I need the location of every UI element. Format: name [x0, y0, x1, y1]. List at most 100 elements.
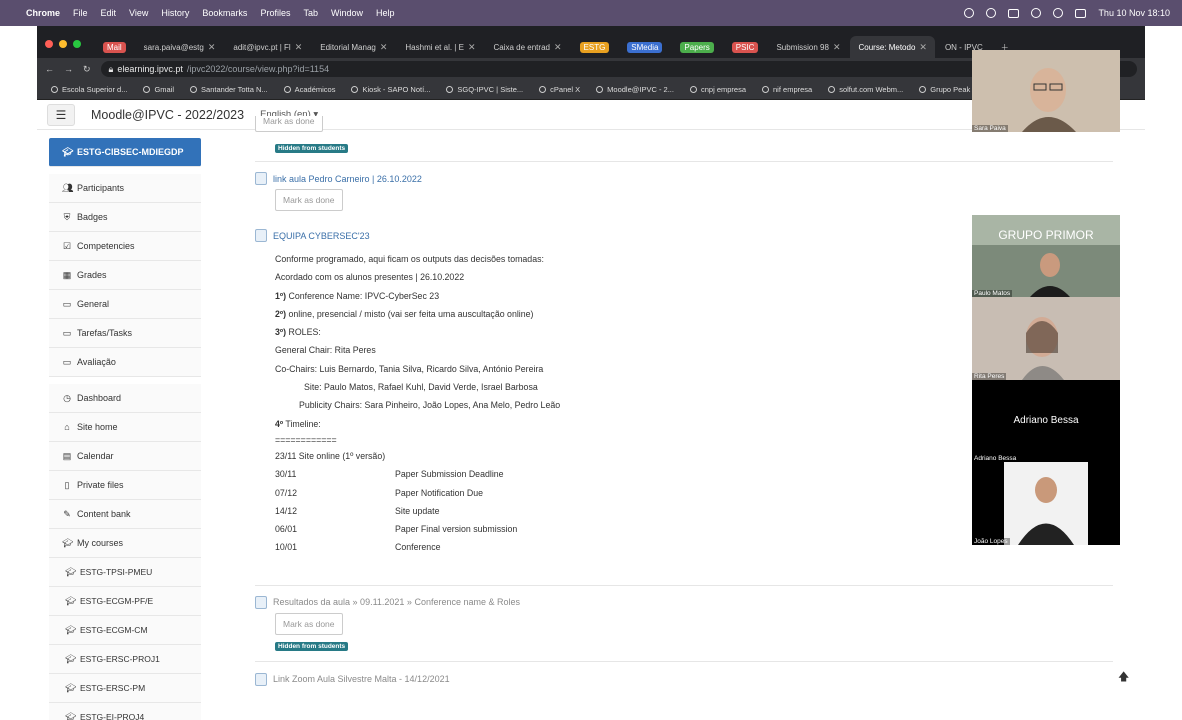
- bookmark-item[interactable]: cnpj empresa: [689, 85, 746, 94]
- sidebar-course-item[interactable]: 🎓︎ ESTG-EI-PROJ4: [49, 703, 201, 720]
- sidebar-item-my-courses[interactable]: 🎓︎ My courses: [49, 529, 201, 558]
- menu-file[interactable]: File: [73, 8, 88, 18]
- tab-smedia-label: SMedia: [627, 41, 663, 53]
- menu-app[interactable]: Chrome: [26, 8, 60, 18]
- graduation-cap-icon: 🎓︎: [62, 146, 74, 157]
- tab-mail[interactable]: Mail: [95, 36, 134, 58]
- bookmark-item[interactable]: SGQ-IPVC | Siste...: [446, 85, 523, 94]
- tab-submission[interactable]: Submission 98 ✕: [768, 36, 848, 58]
- users-icon: 👥︎: [62, 182, 74, 193]
- bookmark-item[interactable]: Kiosk - SAPO Notí...: [351, 85, 430, 94]
- bookmark-item[interactable]: cPanel X: [539, 85, 580, 94]
- tab-smedia[interactable]: SMedia: [619, 36, 670, 58]
- sidebar-item-general[interactable]: ▭ General: [49, 290, 201, 319]
- video-tile[interactable]: João Lopes: [972, 462, 1120, 545]
- page-icon: [255, 595, 267, 609]
- tab-papers[interactable]: Papers: [672, 36, 721, 58]
- activity-link[interactable]: Link Zoom Aula Silvestre Malta - 14/12/2…: [255, 672, 1113, 686]
- close-tab-icon[interactable]: ✕: [295, 42, 303, 53]
- bookmark-item[interactable]: Escola Superior d...: [51, 85, 127, 94]
- bookmark-icon: [143, 86, 151, 93]
- battery-icon[interactable]: [1008, 8, 1020, 18]
- tab-gmail[interactable]: sara.paiva@estg ✕: [136, 36, 224, 58]
- sidebar-item-competencies[interactable]: ☑ Competencies: [49, 232, 201, 261]
- close-tab-icon[interactable]: ✕: [554, 42, 562, 53]
- bookmark-item[interactable]: solfut.com Webm...: [828, 85, 903, 94]
- page-icon: [255, 229, 267, 242]
- menu-tab[interactable]: Tab: [303, 8, 318, 18]
- sidebar-item-dashboard[interactable]: ◷ Dashboard: [49, 384, 201, 413]
- search-icon[interactable]: [1053, 8, 1064, 18]
- menu-view[interactable]: View: [129, 8, 148, 18]
- close-tab-icon[interactable]: ✕: [380, 42, 388, 53]
- bookmark-item[interactable]: Académicos: [283, 85, 335, 94]
- sidebar-item-tasks[interactable]: ▭ Tarefas/Tasks: [49, 319, 201, 348]
- close-tab-icon[interactable]: ✕: [833, 42, 841, 53]
- sidebar-course-home[interactable]: 🎓︎ ESTG-CIBSEC-MDIEGDP: [49, 138, 201, 167]
- close-tab-icon[interactable]: ✕: [468, 42, 476, 53]
- menu-edit[interactable]: Edit: [101, 8, 117, 18]
- sidebar-item-label: Grades: [77, 270, 107, 280]
- site-title[interactable]: Moodle@IPVC - 2022/2023: [91, 108, 244, 122]
- menu-toggle-button[interactable]: ☰: [47, 103, 75, 126]
- zoom-window-icon[interactable]: [73, 40, 81, 48]
- sidebar-course-item[interactable]: 🎓︎ ESTG-ERSC-PROJ1: [49, 645, 201, 674]
- menu-bookmarks[interactable]: Bookmarks: [202, 8, 247, 18]
- bookmark-item[interactable]: Gmail: [143, 85, 174, 94]
- sidebar-course-item[interactable]: 🎓︎ ESTG-ECGM-CM: [49, 616, 201, 645]
- video-tile[interactable]: Sara Paiva: [972, 50, 1120, 132]
- sidebar-item-evaluation[interactable]: ▭ Avaliação: [49, 348, 201, 377]
- reload-icon[interactable]: ↻: [83, 64, 91, 75]
- sidebar-item-badges[interactable]: ⛨ Badges: [49, 203, 201, 232]
- back-to-top-icon[interactable]: 🡅: [1118, 668, 1129, 687]
- participant-name: Adriano Bessa: [972, 455, 1019, 462]
- sidebar-item-calendar[interactable]: ▤ Calendar: [49, 442, 201, 471]
- sidebar-course-item[interactable]: 🎓︎ ESTG-ECGM-PF/E: [49, 587, 201, 616]
- back-icon[interactable]: ←: [45, 64, 54, 74]
- tab-editorial[interactable]: Editorial Manag ✕: [312, 36, 395, 58]
- tab-psic[interactable]: PSIC: [724, 36, 767, 58]
- table-icon: ▦: [62, 269, 72, 280]
- timeline-event: Paper Notification Due: [395, 487, 484, 498]
- forward-icon[interactable]: →: [64, 64, 73, 74]
- sidebar-item-private-files[interactable]: ▯ Private files: [49, 471, 201, 500]
- minimize-window-icon[interactable]: [59, 40, 67, 48]
- cloud-icon[interactable]: [964, 8, 975, 18]
- video-tile[interactable]: GRUPO PRIMOR Paulo Matos: [972, 215, 1120, 297]
- close-window-icon[interactable]: [45, 40, 53, 48]
- close-tab-icon[interactable]: ✕: [208, 42, 216, 53]
- sidebar-item-participants[interactable]: 👥︎ Participants: [49, 174, 201, 203]
- close-tab-icon[interactable]: ✕: [919, 42, 927, 53]
- tab-hashmi[interactable]: Hashmi et al. | E ✕: [397, 36, 483, 58]
- tab-caixa[interactable]: Caixa de entrad ✕: [485, 36, 569, 58]
- menu-help[interactable]: Help: [376, 8, 395, 18]
- tab-estg[interactable]: ESTG: [572, 36, 618, 58]
- mark-as-done-button[interactable]: Mark as done: [275, 189, 343, 211]
- sidebar-course-item[interactable]: 🎓︎ ESTG-TPSI-PMEU: [49, 558, 201, 587]
- glasses-icon[interactable]: [986, 8, 997, 18]
- sidebar-course-item-label: ESTG-EI-PROJ4: [80, 712, 145, 720]
- menu-profiles[interactable]: Profiles: [260, 8, 290, 18]
- sidebar-item-site-home[interactable]: ⌂ Site home: [49, 413, 201, 442]
- sidebar-course-item[interactable]: 🎓︎ ESTG-ERSC-PM: [49, 674, 201, 703]
- control-center-icon[interactable]: [1075, 8, 1087, 18]
- clock[interactable]: Thu 10 Nov 18:10: [1098, 8, 1170, 18]
- tab-course[interactable]: Course: Metodo ✕: [850, 36, 935, 58]
- timeline-event: Paper Final version submission: [395, 524, 518, 535]
- menu-history[interactable]: History: [161, 8, 189, 18]
- bookmark-item[interactable]: Moodle@IPVC - 2...: [596, 85, 674, 94]
- mark-as-done-button[interactable]: Mark as done: [275, 612, 343, 635]
- bookmark-item[interactable]: Santander Totta N...: [190, 85, 268, 94]
- wifi-icon[interactable]: [1031, 8, 1042, 18]
- tab-adit[interactable]: adit@ipvc.pt | Fl ✕: [225, 36, 310, 58]
- timeline-date: 10/01: [275, 542, 298, 553]
- video-tile[interactable]: Rita Peres: [972, 297, 1120, 380]
- sidebar-item-content-bank[interactable]: ✎ Content bank: [49, 500, 201, 529]
- mark-as-done-button[interactable]: Mark as done: [255, 116, 323, 132]
- activity-link[interactable]: Resultados da aula » 09.11.2021 » Confer…: [255, 595, 1113, 609]
- bookmark-item[interactable]: nif empresa: [762, 85, 812, 94]
- activity-link[interactable]: link aula Pedro Carneiro | 26.10.2022: [255, 172, 1113, 185]
- menu-window[interactable]: Window: [331, 8, 363, 18]
- video-tile[interactable]: Adriano Bessa Adriano Bessa: [972, 380, 1120, 462]
- sidebar-item-grades[interactable]: ▦ Grades: [49, 261, 201, 290]
